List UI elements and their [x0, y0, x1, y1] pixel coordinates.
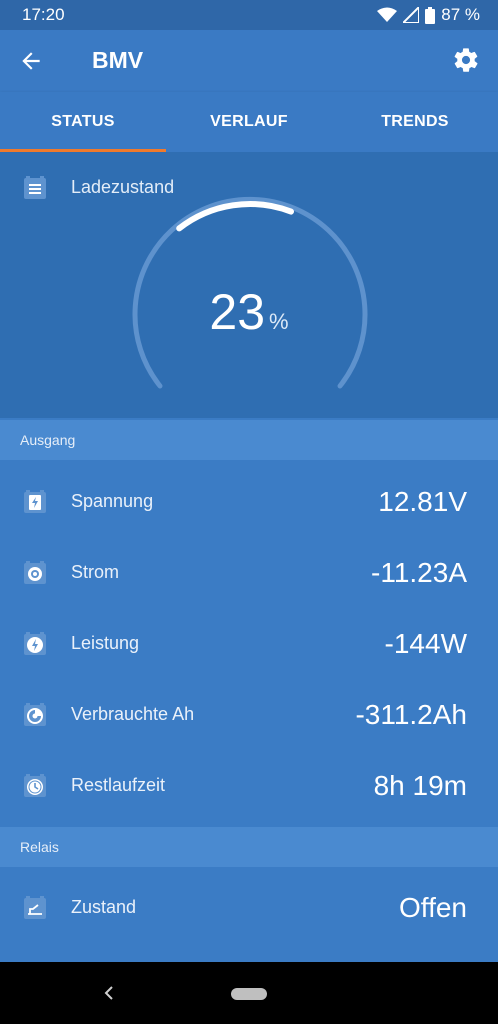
row-relay-state[interactable]: Zustand Offen: [0, 872, 498, 943]
row-power[interactable]: Leistung -144W: [0, 608, 498, 679]
clock-icon: [24, 773, 46, 797]
row-consumed-ah[interactable]: Verbrauchte Ah -311.2Ah: [0, 679, 498, 750]
row-current[interactable]: Strom -11.23A: [0, 537, 498, 608]
row-label: Strom: [71, 562, 120, 582]
gauge-label: Ladezustand: [71, 177, 175, 197]
gauge-fill-arc: [176, 201, 294, 232]
tab-verlauf-label: VERLAUF: [210, 113, 288, 130]
current-icon: [24, 560, 46, 584]
row-label: Zustand: [71, 897, 137, 917]
wifi-icon: [377, 7, 398, 22]
relay-icon: [24, 895, 46, 919]
status-bar: 17:20 87 %: [0, 0, 498, 30]
app-bar: BMV: [0, 30, 498, 92]
gear-icon[interactable]: [452, 46, 480, 74]
section-header-relay: Relais: [0, 827, 498, 867]
row-label: Leistung: [71, 633, 140, 653]
gauge-value: 23%: [0, 283, 498, 341]
tab-verlauf[interactable]: VERLAUF: [166, 92, 332, 152]
signal-icon: [403, 7, 420, 23]
gauge-value-unit: %: [269, 309, 289, 334]
tab-trends-label: TRENDS: [381, 113, 449, 130]
row-value: -11.23A: [371, 556, 467, 588]
battery-icon: [425, 6, 436, 24]
row-value: Offen: [399, 891, 467, 923]
page-title: BMV: [92, 47, 144, 73]
system-navigation-bar: [0, 962, 498, 1024]
voltage-icon: [24, 489, 46, 513]
gauge-value-number: 23: [209, 284, 266, 340]
nav-back-icon[interactable]: [102, 984, 116, 1002]
row-label: Restlaufzeit: [71, 775, 166, 795]
status-icons: 87 %: [377, 5, 480, 25]
consumed-ah-icon: [24, 702, 46, 726]
nav-home-pill[interactable]: [231, 988, 267, 1000]
battery-percentage: 87 %: [441, 5, 480, 24]
row-voltage[interactable]: Spannung 12.81V: [0, 466, 498, 537]
arrow-left-icon[interactable]: [18, 48, 44, 74]
row-value: 8h 19m: [373, 769, 467, 801]
tab-status-label: STATUS: [51, 113, 115, 130]
row-label: Spannung: [71, 491, 154, 511]
row-label: Verbrauchte Ah: [71, 704, 195, 724]
tab-trends[interactable]: TRENDS: [332, 92, 498, 152]
section-header-output: Ausgang: [0, 420, 498, 460]
row-remaining-time[interactable]: Restlaufzeit 8h 19m: [0, 750, 498, 821]
row-value: 12.81V: [378, 485, 467, 517]
tab-status[interactable]: STATUS: [0, 92, 166, 152]
row-value: -144W: [384, 627, 467, 659]
row-value: -311.2Ah: [355, 698, 467, 730]
list-icon: [24, 176, 46, 199]
clock-time: 17:20: [22, 5, 65, 24]
power-icon: [24, 631, 46, 655]
tab-bar: STATUS VERLAUF TRENDS: [0, 92, 498, 152]
